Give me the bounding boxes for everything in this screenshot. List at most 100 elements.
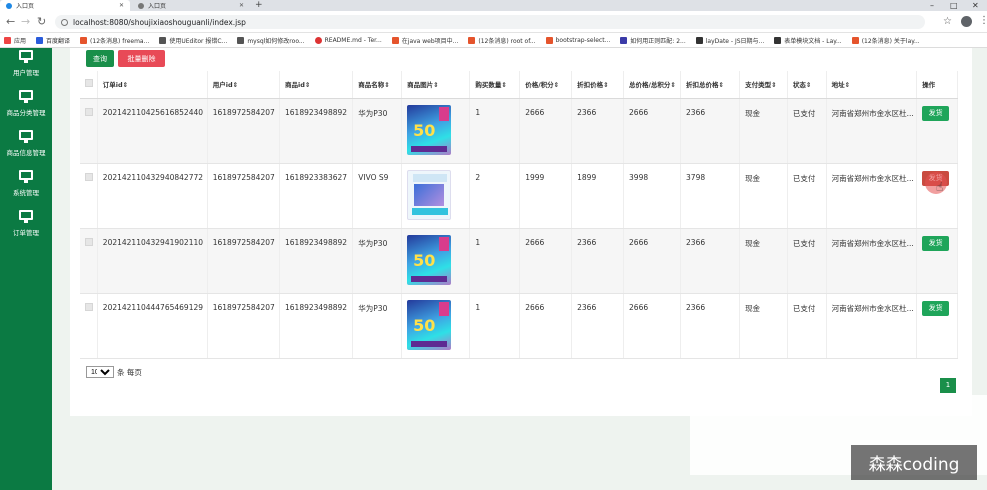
product-id-cell: 1618923383627 <box>279 163 354 229</box>
bookmark-item[interactable]: bootstrap-select... <box>545 36 610 44</box>
column-header[interactable]: 商品名称⇕ <box>352 71 403 99</box>
table-row: 202142110444765469129 1618972584207 1618… <box>80 293 958 359</box>
app-sidebar: 用户管理 商品分类管理 商品信息管理 系统管理 订单管理 <box>0 48 52 490</box>
bookmark-item[interactable]: mysql如何修改roo... <box>237 36 305 45</box>
quantity-cell: 1 <box>469 228 521 294</box>
url-input[interactable]: localhost:8080/shoujixiaoshouguanli/inde… <box>55 15 925 29</box>
sidebar-item-system[interactable]: 系统管理 <box>0 170 52 210</box>
product-name-cell: VIVO S9 <box>352 163 403 229</box>
row-checkbox[interactable] <box>85 237 93 246</box>
sidebar-item-label: 系统管理 <box>13 189 39 197</box>
column-header: 操作 <box>916 71 958 99</box>
apps-icon <box>4 36 11 44</box>
bookmark-item[interactable]: 百度翻译 <box>36 36 70 45</box>
batch-delete-button[interactable]: 批量删除 <box>118 50 165 67</box>
column-header[interactable]: 总价格/总积分⇕ <box>623 71 682 99</box>
select-all-checkbox[interactable] <box>85 79 93 88</box>
discount-price-cell: 2366 <box>571 293 625 359</box>
column-header[interactable]: 商品图片⇕ <box>401 71 471 99</box>
sidebar-item-label: 用户管理 <box>13 69 39 77</box>
column-header[interactable]: 订单id⇕ <box>97 71 208 99</box>
bookmark-item[interactable]: 如何用正则匹配: 2... <box>620 36 686 45</box>
status-cell: 已支付 <box>787 98 827 164</box>
tab-close-icon[interactable]: ✕ <box>119 2 124 9</box>
ship-button[interactable]: 发货 <box>922 105 950 121</box>
bookmark-item[interactable]: 表单模块文档 - Lay... <box>774 36 842 45</box>
bookmark-item[interactable]: 使用UEditor 报错C... <box>159 36 227 45</box>
sidebar-item-orders[interactable]: 订单管理 <box>0 210 52 250</box>
back-icon[interactable]: ← <box>6 15 15 29</box>
address-cell: 河南省郑州市金水区杜... <box>826 98 918 164</box>
browser-tab[interactable]: 入口页 ✕ <box>132 0 250 11</box>
close-window-icon[interactable]: ✕ <box>972 0 979 11</box>
forward-icon[interactable]: → <box>21 15 30 29</box>
row-checkbox[interactable] <box>85 172 93 181</box>
bookmark-star-icon[interactable]: ☆ <box>943 16 952 27</box>
browser-tab-active[interactable]: 入口页 ✕ <box>0 0 130 11</box>
bookmark-item[interactable]: 应用 <box>4 36 26 45</box>
column-header[interactable]: 商品id⇕ <box>279 71 354 99</box>
discount-total-cell: 2366 <box>680 228 741 294</box>
bookmark-item[interactable]: README.md - Ter... <box>314 36 382 44</box>
ship-button[interactable]: 发货 <box>922 235 950 251</box>
product-id-cell: 1618923498892 <box>279 293 354 359</box>
query-button[interactable]: 查询 <box>86 50 114 67</box>
minimize-icon[interactable]: – <box>930 0 934 11</box>
monitor-icon <box>19 90 33 103</box>
bookmark-item[interactable]: (12条消息) freema... <box>80 36 149 45</box>
column-header[interactable]: 购买数量⇕ <box>469 71 521 99</box>
row-checkbox[interactable] <box>85 107 93 116</box>
menu-icon[interactable]: ⋮ <box>979 15 987 26</box>
bookmark-item[interactable]: (12条消息) 关于lay... <box>851 36 920 45</box>
pay-type-cell: 现金 <box>739 163 788 229</box>
watermark: 森森coding <box>851 445 977 480</box>
sidebar-item-categories[interactable]: 商品分类管理 <box>0 90 52 130</box>
bookmark-icon <box>391 36 399 44</box>
table-row: 202142110432940842772 1618972584207 1618… <box>80 163 958 229</box>
tab-favicon-icon <box>6 2 12 9</box>
bookmark-item[interactable]: 在java web项目中... <box>391 36 458 45</box>
page-button-current[interactable]: 1 <box>940 378 956 393</box>
site-info-icon[interactable] <box>61 18 68 26</box>
monitor-icon <box>19 50 33 63</box>
total-cell: 3998 <box>623 163 682 229</box>
bookmark-item[interactable]: (12条消息) root of... <box>468 36 536 45</box>
column-header[interactable]: 状态⇕ <box>787 71 827 99</box>
product-id-cell: 1618923498892 <box>279 98 354 164</box>
ship-button[interactable]: 发货 <box>922 300 950 316</box>
bookmark-icon <box>237 36 245 44</box>
new-tab-icon[interactable]: + <box>255 0 263 11</box>
bookmark-item[interactable]: layDate - JS日期与... <box>695 36 764 45</box>
table-row: 20214211042561685244​0 1618972584207 161… <box>80 98 958 164</box>
product-id-cell: 1618923498892 <box>279 228 354 294</box>
reload-icon[interactable]: ↻ <box>37 15 46 29</box>
order-id-cell: 20214211042561685244​0 <box>97 98 208 164</box>
monitor-icon <box>19 170 33 183</box>
column-header[interactable]: 地址⇕ <box>826 71 918 99</box>
user-id-cell: 1618972584207 <box>207 163 281 229</box>
address-cell: 河南省郑州市金水区杜... <box>826 293 918 359</box>
maximize-icon[interactable]: □ <box>950 0 958 11</box>
quantity-cell: 2 <box>469 163 521 229</box>
bookmarks-bar: 应用 百度翻译 (12条消息) freema... 使用UEditor 报错C.… <box>0 33 987 48</box>
sidebar-item-users[interactable]: 用户管理 <box>0 50 52 90</box>
pay-type-cell: 现金 <box>739 98 788 164</box>
bookmark-icon <box>851 36 859 44</box>
column-header[interactable]: 用户id⇕ <box>207 71 281 99</box>
price-cell: 2666 <box>519 228 573 294</box>
quantity-cell: 1 <box>469 293 521 359</box>
row-checkbox[interactable] <box>85 302 93 311</box>
tab-close-icon[interactable]: ✕ <box>239 2 244 9</box>
column-header[interactable]: 折扣总价格⇕ <box>680 71 741 99</box>
column-header[interactable]: 折扣价格⇕ <box>571 71 625 99</box>
sidebar-item-products[interactable]: 商品信息管理 <box>0 130 52 170</box>
bookmark-icon <box>36 36 44 44</box>
column-header[interactable]: 支付类型⇕ <box>739 71 788 99</box>
url-text: localhost:8080/shoujixiaoshouguanli/inde… <box>73 17 246 27</box>
column-header[interactable]: 价格/积分⇕ <box>519 71 573 99</box>
address-cell: 河南省郑州市金水区杜... <box>826 228 918 294</box>
profile-avatar[interactable] <box>961 16 972 27</box>
page-size-select[interactable]: 10 <box>86 366 114 378</box>
discount-price-cell: 2366 <box>571 228 625 294</box>
sidebar-item-label: 商品信息管理 <box>6 149 46 157</box>
